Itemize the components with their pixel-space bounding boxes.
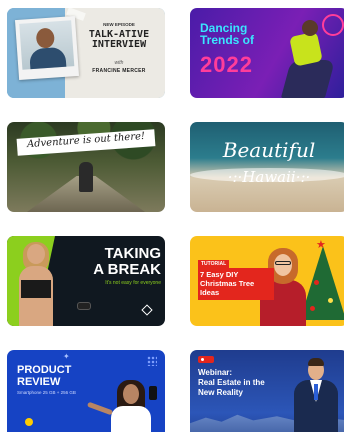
template-card-webinar-real-estate[interactable]: Webinar: Real Estate in the New Reality xyxy=(190,350,344,432)
star-icon: ★ xyxy=(316,239,326,251)
athlete-head xyxy=(27,244,45,264)
presenter-arm xyxy=(86,401,114,416)
title-text: Webinar: Real Estate in the New Reality xyxy=(198,368,265,397)
presenter-head xyxy=(274,254,292,276)
subtitle-text: Smartphone 25 GB + 256 GB xyxy=(17,390,76,395)
dancer-head xyxy=(302,20,318,36)
circle-decoration xyxy=(25,418,33,426)
title-text: Beautiful xyxy=(222,138,316,162)
template-card-christmas-tree-ideas[interactable]: ★ TUTORIAL 7 Easy DIY Christmas Tree Ide… xyxy=(190,236,344,326)
dancer-torso xyxy=(289,31,323,67)
tutorial-badge: TUTORIAL xyxy=(198,260,230,268)
ornament xyxy=(328,298,333,303)
christmas-tree-image xyxy=(300,246,344,320)
template-card-beautiful-hawaii[interactable]: Beautiful ·:·Hawaii·:· xyxy=(190,122,344,212)
template-card-dancing-trends[interactable]: Dancing Trends of 2022 xyxy=(190,8,344,98)
title-text: Dancing Trends of xyxy=(200,21,255,47)
sparkle-icon: ✦ xyxy=(63,352,70,361)
presenter-head xyxy=(123,384,139,404)
ornament xyxy=(314,280,319,285)
host-photo xyxy=(14,15,80,81)
template-card-talkative-interview[interactable]: NEW EPISODE TALK-ATIVE INTERVIEW with FR… xyxy=(7,8,165,98)
ornament xyxy=(310,306,315,311)
guest-name: FRANCINE MERCER xyxy=(92,68,146,74)
circle-decoration xyxy=(322,14,344,36)
presenter-figure xyxy=(111,406,151,432)
with-text: with xyxy=(114,60,124,66)
diamond-icon xyxy=(141,304,153,316)
template-card-adventure[interactable]: Adventure is out there! xyxy=(7,122,165,212)
presenter-tie xyxy=(314,384,318,400)
template-grid: NEW EPISODE TALK-ATIVE INTERVIEW with FR… xyxy=(0,0,344,432)
title-text: TALK-ATIVE INTERVIEW xyxy=(88,29,150,50)
presenter-hair xyxy=(308,358,324,366)
template-card-product-review[interactable]: ✦ PRODUCT REVIEW Smartphone 25 GB + 256 … xyxy=(7,350,165,432)
template-card-taking-a-break[interactable]: TAKING A BREAK It's not easy for everyon… xyxy=(7,236,165,326)
title-text: TAKING A BREAK xyxy=(93,245,161,278)
athlete-top xyxy=(21,280,51,298)
dumbbell-image xyxy=(77,302,91,310)
title-text: PRODUCT REVIEW xyxy=(17,364,72,388)
year-text: 2022 xyxy=(200,52,253,77)
smartphone-icon xyxy=(149,386,157,400)
glasses-icon xyxy=(275,261,291,265)
subtitle-text: ·:·Hawaii·:· xyxy=(227,168,311,186)
title-text: 7 Easy DIY Christmas Tree Ideas xyxy=(200,270,255,297)
dots-decoration xyxy=(147,356,157,366)
record-dot xyxy=(201,358,204,361)
kicker-text: NEW EPISODE xyxy=(103,22,135,27)
hiker-figure xyxy=(79,162,93,192)
subtitle-text: It's not easy for everyone xyxy=(105,280,161,286)
dancer-figure xyxy=(280,60,336,98)
